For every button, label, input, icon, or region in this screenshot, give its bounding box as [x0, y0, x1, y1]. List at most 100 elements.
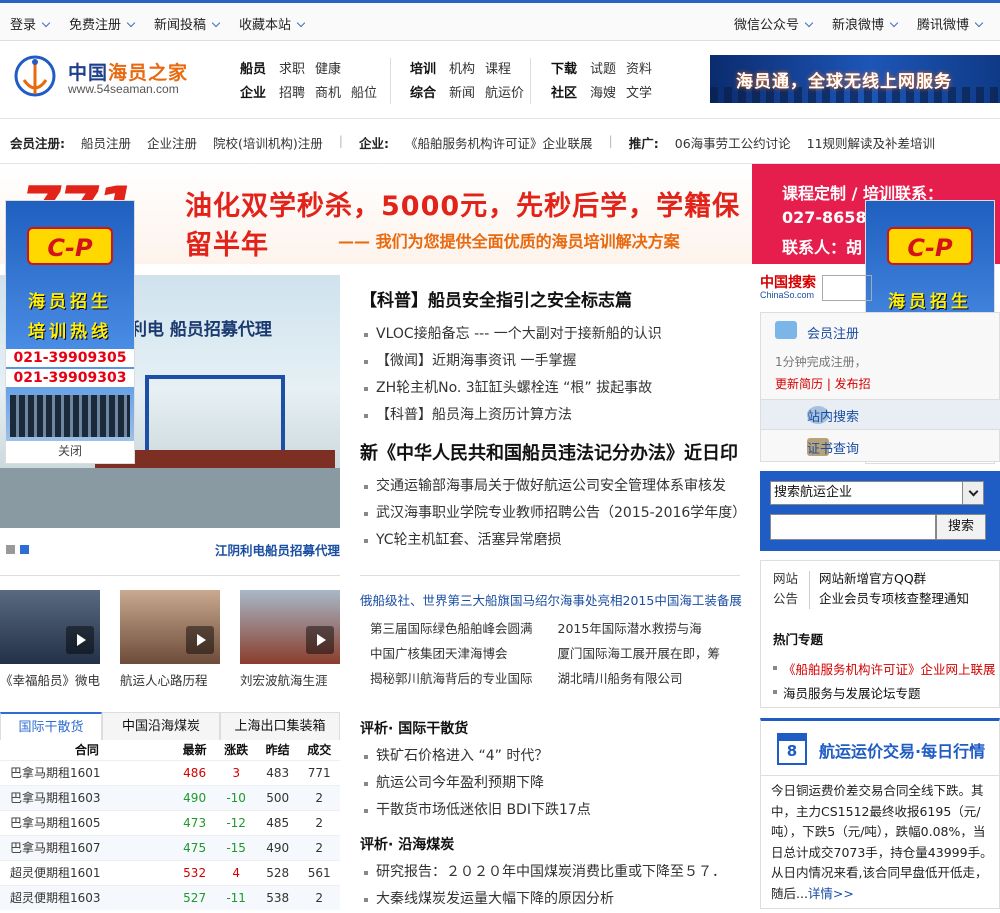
wechat-link[interactable]: 微信公众号 — [734, 14, 812, 33]
nav-jobs[interactable]: 求职 — [279, 58, 305, 82]
list-item[interactable]: 武汉海事职业学院专业教师招聘公告（2015-2016学年度） — [360, 500, 745, 527]
nav-business[interactable]: 商机 — [315, 82, 341, 106]
list-item[interactable]: 研究报告：２０２０年中国煤炭消费比重或下降至５７． — [360, 859, 745, 886]
nav-freight[interactable]: 航运价 — [485, 82, 524, 106]
table-row[interactable]: 巴拿马期租1603 490 -10 500 2 — [0, 784, 340, 810]
company-register-link[interactable]: 企业注册 — [147, 133, 197, 152]
news-submit-link[interactable]: 新闻投稿 — [154, 14, 219, 33]
nav-news[interactable]: 新闻 — [449, 82, 475, 106]
float-ad-left[interactable]: C-P 海员招生 培训热线 021-39909305 021-39909303 … — [5, 200, 135, 464]
video-thumb[interactable]: 刘宏波航海生涯 — [240, 590, 340, 689]
site-search-link[interactable]: 站内搜索 — [807, 406, 859, 425]
nav-ship-position[interactable]: 船位 — [351, 82, 377, 106]
member-register-link[interactable]: 会员注册 — [807, 323, 859, 342]
nav-institutions[interactable]: 机构 — [449, 58, 475, 82]
daily-market-title[interactable]: 航运运价交易·每日行情 — [819, 738, 985, 762]
nav-general[interactable]: 综合 — [410, 82, 436, 106]
register-link[interactable]: 免费注册 — [69, 14, 134, 33]
list-item[interactable]: VLOC接船备忘 --- 一个大副对于接新船的认识 — [360, 321, 745, 348]
list-item[interactable]: 【微闻】近期海事资讯 一手掌握 — [360, 348, 745, 375]
list-item[interactable]: 揭秘郭川航海背后的专业国际 — [370, 666, 558, 691]
login-link[interactable]: 登录 — [10, 14, 49, 33]
nav-crew[interactable]: 船员 — [240, 58, 266, 82]
table-row[interactable]: 超灵便期租1601 532 4 528 561 — [0, 859, 340, 885]
list-item[interactable]: 湖北晴川船务有限公司 — [558, 666, 746, 691]
nav-community[interactable]: 社区 — [551, 82, 577, 106]
list-item[interactable]: 航运公司今年盈利预期下降 — [360, 770, 745, 797]
section-title-dry-bulk: 评析· 国际干散货 — [360, 721, 469, 737]
rules-link[interactable]: 11规则解读及补差培训 — [807, 133, 935, 152]
table-row[interactable]: 巴拿马期租1605 473 -12 485 2 — [0, 809, 340, 835]
tab-dry-bulk[interactable]: 国际干散货 — [0, 712, 102, 740]
nav-training[interactable]: 培训 — [410, 58, 436, 82]
list-item[interactable]: ZH轮主机No. 3缸缸头螺栓连 “根” 拔起事故 — [360, 375, 745, 402]
list-item[interactable]: 中国广核集团天津海博会 — [370, 641, 558, 666]
table-row[interactable]: 巴拿马期租1601 486 3 483 771 — [0, 759, 340, 785]
featured-link[interactable]: 俄船级社、世界第三大船旗国马绍尔海事处亮相2015中国海工装备展 — [360, 590, 742, 609]
news-list-2: 交通运输部海事局关于做好航运公司安全管理体系审核发 武汉海事职业学院专业教师招聘… — [360, 473, 745, 554]
slide-dot-2[interactable] — [20, 545, 29, 554]
tab-coastal-coal[interactable]: 中国沿海煤炭 — [102, 712, 220, 740]
chinaso-logo[interactable]: 中国搜索 — [760, 272, 816, 292]
list-item[interactable]: 厦门国际海工展开展在即，筹 — [558, 641, 746, 666]
crew-register-link[interactable]: 船员注册 — [81, 133, 131, 152]
table-row[interactable]: 巴拿马期租1607 475 -15 490 2 — [0, 834, 340, 860]
slide-title-link[interactable]: 江阴利电船员招募代理 — [215, 540, 340, 559]
chinaso-search: 中国搜索 ChinaSo.com — [760, 272, 1000, 304]
mlc-link[interactable]: 06海事劳工公约讨论 — [675, 133, 791, 152]
hot-topic-item[interactable]: 《船舶服务机构许可证》企业网上联展 — [773, 659, 996, 678]
member-register-label: 会员注册: — [10, 136, 65, 151]
change-cell: -10 — [215, 784, 257, 810]
chinaso-input[interactable] — [822, 275, 872, 301]
cert-query-link[interactable]: 证书查询 — [807, 438, 859, 457]
list-item[interactable]: 【科普】船员海上资历计算方法 — [360, 402, 745, 429]
slideshow-nav: 江阴利电船员招募代理 — [0, 540, 340, 560]
training-hero-banner[interactable]: 771 油化双学秒杀，5000元，先秒后学，学籍保留半年 —— 我们为您提供全面… — [0, 164, 1000, 264]
nav-company[interactable]: 企业 — [240, 82, 266, 106]
list-item[interactable]: 干散货市场低迷依旧 BDI下跌17点 — [360, 797, 745, 824]
list-item[interactable]: YC轮主机缸套、活塞异常磨损 — [360, 527, 745, 554]
list-item[interactable]: 交通运输部海事局关于做好航运公司安全管理体系审核发 — [360, 473, 745, 500]
sina-weibo-link[interactable]: 新浪微博 — [832, 14, 897, 33]
tencent-weibo-link[interactable]: 腾讯微博 — [917, 14, 982, 33]
headline-1[interactable]: 【科普】船员安全指引之安全标志篇 — [360, 286, 745, 311]
nav-download[interactable]: 下载 — [551, 58, 577, 82]
nav-seawives[interactable]: 海嫂 — [590, 82, 616, 106]
list-item[interactable]: 2015年国际潜水救捞与海 — [558, 616, 746, 641]
video-thumb[interactable]: 《幸福船员》微电影 — [0, 590, 100, 689]
notice-item[interactable]: 网站新增官方QQ群 — [819, 569, 969, 589]
nav-exams[interactable]: 试题 — [590, 58, 616, 82]
resume-links[interactable]: 更新简历 | 发布招 — [775, 375, 871, 392]
bookmark-link[interactable]: 收藏本站 — [239, 14, 304, 33]
notice-item[interactable]: 企业会员专项核查整理通知 — [819, 589, 969, 609]
search-button[interactable]: 搜索 — [936, 514, 986, 540]
nav-recruit[interactable]: 招聘 — [279, 82, 305, 106]
crane-graphic — [145, 375, 285, 455]
table-row[interactable]: 超灵便期租1603 527 -11 538 2 — [0, 884, 340, 910]
nav-health[interactable]: 健康 — [315, 58, 341, 82]
cp-logo: C-P — [27, 227, 113, 265]
details-link[interactable]: 详情>> — [808, 886, 854, 901]
contract-cell: 超灵便期租1603 — [0, 884, 174, 910]
search-type-select[interactable]: 搜索航运企业 — [770, 481, 984, 505]
hot-topic-item[interactable]: 海员服务与发展论坛专题 — [773, 683, 921, 702]
haiyuantong-banner[interactable]: 海员通，全球无线上网服务 — [710, 55, 1000, 103]
contract-cell: 巴拿马期租1607 — [0, 834, 174, 860]
school-register-link[interactable]: 院校(培训机构)注册 — [213, 133, 323, 152]
video-thumb[interactable]: 航运人心路历程 — [120, 590, 220, 689]
news-grid: 第三届国际绿色船舶峰会圆满 2015年国际潜水救捞与海 中国广核集团天津海博会 厦门… — [370, 616, 745, 691]
site-logo[interactable]: 中国海员之家 www.54seaman.com — [12, 52, 202, 100]
slide-dot-1[interactable] — [6, 545, 15, 554]
license-expo-link[interactable]: 《船舶服务机构许可证》企业联展 — [405, 133, 593, 152]
tab-shanghai-container[interactable]: 上海出口集装箱 — [220, 712, 340, 740]
headline-2[interactable]: 新《中华人民共和国船员违法记分办法》近日印 — [360, 439, 745, 465]
nav-materials[interactable]: 资料 — [626, 58, 652, 82]
news-column: 【科普】船员安全指引之安全标志篇 VLOC接船备忘 --- 一个大副对于接新船的… — [360, 286, 745, 554]
nav-literature[interactable]: 文学 — [626, 82, 652, 106]
company-search-input[interactable] — [770, 514, 936, 540]
float-ad-close[interactable]: 关闭 — [6, 442, 134, 459]
list-item[interactable]: 铁矿石价格进入 “4” 时代？ — [360, 743, 745, 770]
nav-courses[interactable]: 课程 — [485, 58, 511, 82]
top-bar: 登录 免费注册 新闻投稿 收藏本站 微信公众号 新浪微博 腾讯微博 — [0, 3, 1000, 41]
list-item[interactable]: 第三届国际绿色船舶峰会圆满 — [370, 616, 558, 641]
